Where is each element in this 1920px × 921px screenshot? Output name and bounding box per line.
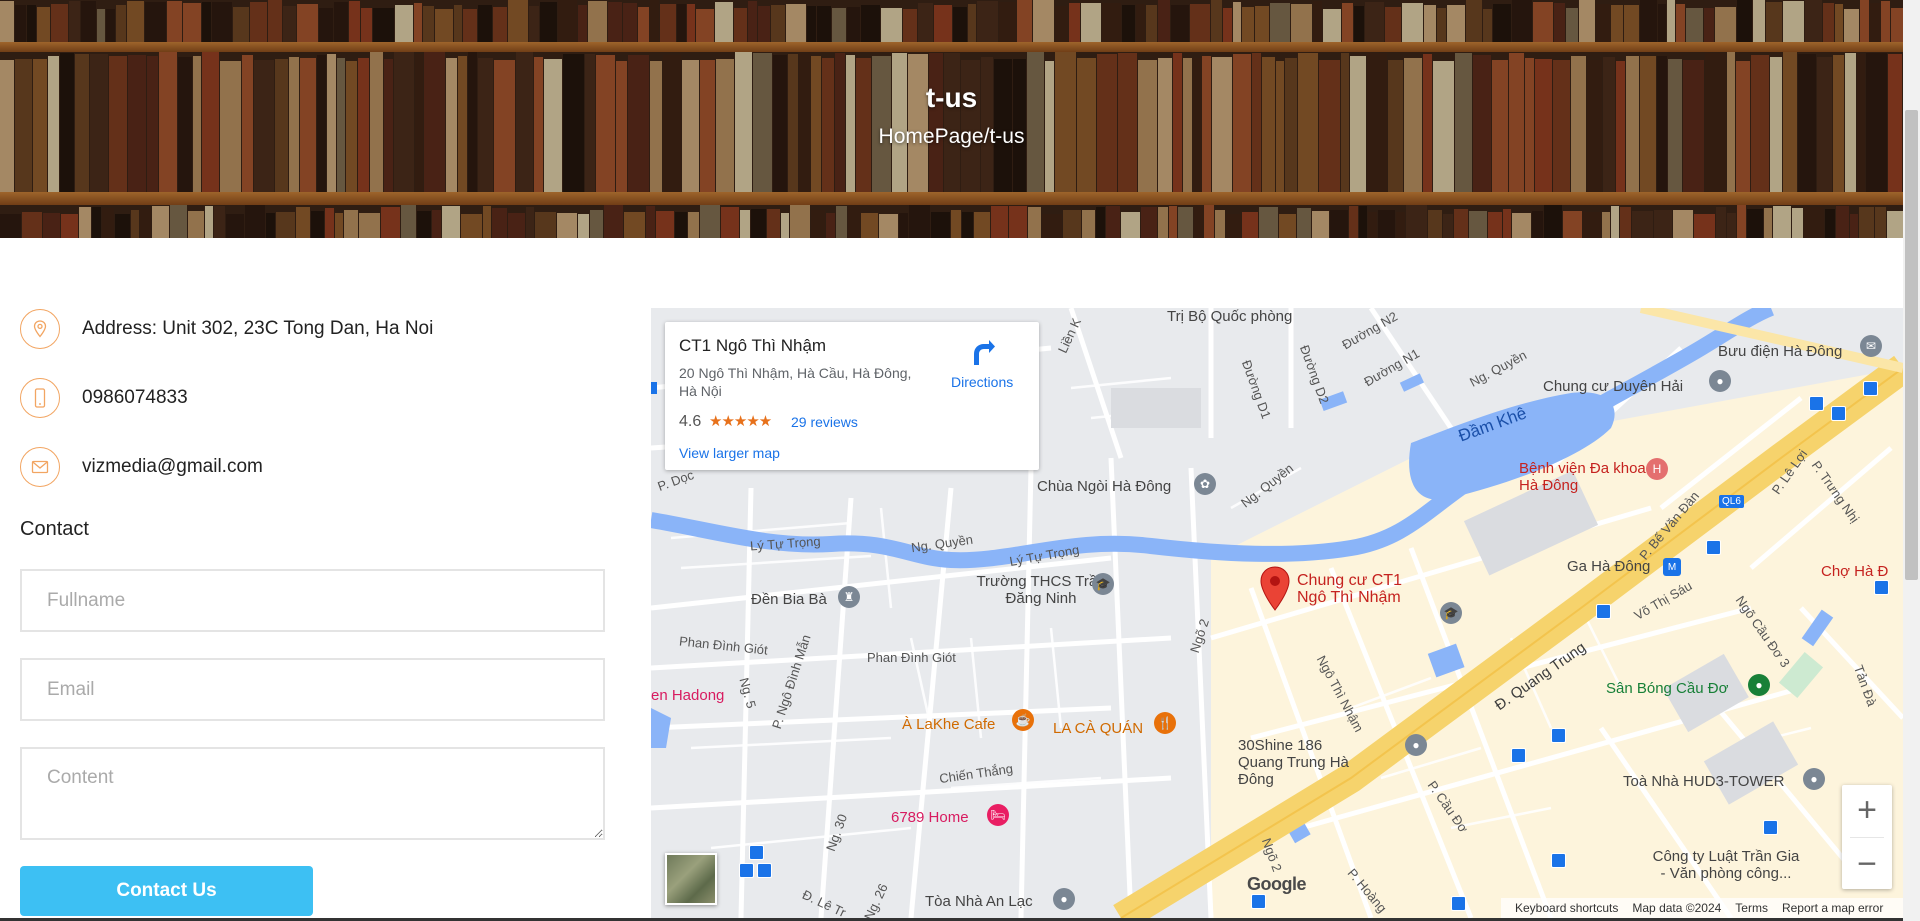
page-scrollbar[interactable] [1903, 0, 1920, 921]
poi-lakhe-cafe[interactable]: À LaKhe Cafe [902, 716, 995, 733]
bus-stop-icon [1809, 396, 1824, 411]
zoom-divider [1850, 837, 1884, 838]
mobile-phone-icon [20, 378, 60, 418]
contact-us-button[interactable]: Contact Us [20, 866, 313, 916]
location-pin-icon [20, 309, 60, 349]
highway-shield-ql6: QL6 [1719, 495, 1744, 508]
terms-link[interactable]: Terms [1735, 901, 1768, 915]
bus-stop-icon [749, 845, 764, 860]
place-address: 20 Ngô Thì Nhậm, Hà Cầu, Hà Đông, Hà Nội [679, 365, 912, 399]
street-phan-dinh-giot-east: Phan Đình Giót [867, 650, 956, 665]
poi-cong-ty-luat[interactable]: Công ty Luật Trần Gia - Văn phòng công..… [1651, 848, 1801, 882]
poi-la-ca-quan[interactable]: LA CÀ QUÁN [1053, 720, 1143, 737]
poi-6789-home[interactable]: 6789 Home [891, 809, 969, 826]
page-banner: t-us HomePage/t-us [0, 0, 1903, 238]
address-row: Address: Unit 302, 23C Tong Dan, Ha Noi [20, 309, 433, 349]
zoom-out-button[interactable]: − [1842, 839, 1892, 889]
bus-stop-icon [1863, 381, 1878, 396]
place-info-card: CT1 Ngô Thì Nhậm 20 Ngô Thì Nhậm, Hà Cầu… [665, 322, 1039, 470]
building-marker-icon: ● [1053, 888, 1075, 910]
satellite-layer-toggle[interactable] [665, 853, 717, 905]
poi-chung-cu-duyen-hai[interactable]: Chung cư Duyên Hải [1543, 378, 1683, 395]
building-pin-icon: ● [1709, 370, 1731, 392]
poi-chua-ngoi-ha-dong[interactable]: Chùa Ngòi Hà Đông [1037, 478, 1171, 495]
poi-chung-cu-ct1[interactable]: Chung cư CT1 Ngô Thì Nhậm [1297, 572, 1417, 606]
map-edge-marker [651, 382, 657, 394]
temple-icon: ✿ [1194, 473, 1216, 495]
address-text: Address: Unit 302, 23C Tong Dan, Ha Noi [82, 318, 434, 339]
office-pin-icon: ● [1803, 768, 1825, 790]
bus-stop-icon [1251, 894, 1266, 909]
bus-stop-icon [1596, 604, 1611, 619]
metro-station-icon: M [1663, 558, 1681, 576]
email-row: vizmedia@gmail.com [20, 447, 263, 487]
poi-ga-ha-dong[interactable]: Ga Hà Đông [1567, 558, 1650, 575]
phone-row: 0986074833 [20, 378, 188, 418]
restaurant-icon: 🍴 [1154, 712, 1176, 734]
zoom-controls: + − [1842, 785, 1892, 889]
scrollbar-thumb[interactable] [1905, 110, 1918, 580]
place-rating: 4.6 [679, 413, 702, 430]
bus-stop-icon [1551, 853, 1566, 868]
email-input[interactable] [20, 658, 605, 721]
poi-benh-vien-da-khoa[interactable]: Bệnh viện Đa khoa Hà Đông [1519, 460, 1649, 494]
bus-stop-icon [1763, 820, 1778, 835]
report-map-error-link[interactable]: Report a map error [1782, 901, 1883, 915]
poi-truong-thcs[interactable]: Trường THCS Trần Đăng Ninh [971, 573, 1111, 607]
hotel-icon: 🛏 [987, 804, 1009, 826]
school-icon: 🎓 [1092, 573, 1114, 595]
poi-cho-ha-dong[interactable]: Chợ Hà Đ [1821, 563, 1888, 580]
poi-den-bia-ba[interactable]: Đền Bia Bà [751, 591, 827, 608]
zoom-in-button[interactable]: + [1842, 785, 1892, 835]
place-title: CT1 Ngô Thì Nhậm [679, 336, 827, 355]
rating-stars-icon: ★★★★★ [709, 413, 772, 430]
directions-link[interactable]: Directions [951, 374, 1013, 390]
poi-buu-dien-ha-dong[interactable]: Bưu điện Hà Đông [1718, 343, 1842, 360]
poi-30shine[interactable]: 30Shine 186 Quang Trung Hà Đông [1238, 737, 1368, 788]
email-text[interactable]: vizmedia@gmail.com [82, 456, 263, 478]
map-attribution-bar: Keyboard shortcuts Map data ©2024 Terms … [1501, 898, 1903, 918]
bus-stop-icon [1831, 406, 1846, 421]
bus-stop-icon [1551, 728, 1566, 743]
embedded-map[interactable]: Lý Tự Trọng Lý Tự Trọng Ng. Quyền Ng. Qu… [651, 308, 1903, 918]
reviews-link[interactable]: 29 reviews [791, 414, 858, 430]
shrine-icon: ♜ [838, 586, 860, 608]
contact-heading: Contact [20, 518, 89, 540]
bus-stop-icon [1451, 896, 1466, 911]
post-office-icon: ✉ [1860, 335, 1882, 357]
bus-stop-icon [739, 863, 754, 878]
location-marker-icon[interactable] [1259, 566, 1291, 612]
shop-pin-icon: ● [1405, 734, 1427, 756]
envelope-icon [20, 447, 60, 487]
bus-stop-icon [1874, 580, 1889, 595]
fullname-input[interactable] [20, 569, 605, 632]
google-logo: Google [1247, 874, 1307, 894]
page-title: t-us [925, 82, 978, 113]
phone-text[interactable]: 0986074833 [82, 387, 188, 409]
bus-stop-icon [757, 863, 772, 878]
stadium-icon: ● [1748, 674, 1770, 696]
poi-toa-nha-hud3[interactable]: Toà Nhà HUD3-TOWER [1623, 773, 1784, 790]
poi-tri-bo-quoc-phong[interactable]: Trị Bộ Quốc phòng [1167, 308, 1292, 325]
banner-overlay [0, 0, 1903, 238]
content-textarea[interactable] [20, 747, 605, 840]
bus-stop-icon [1706, 540, 1721, 555]
poi-san-bong-cau-do[interactable]: Sân Bóng Cầu Đơ [1606, 680, 1728, 697]
bus-stop-icon [1511, 748, 1526, 763]
view-larger-map-link[interactable]: View larger map [679, 445, 780, 461]
school-pin-icon: 🎓 [1440, 602, 1462, 624]
keyboard-shortcuts-link[interactable]: Keyboard shortcuts [1515, 901, 1618, 915]
poi-en-hadong[interactable]: en Hadong [651, 687, 724, 704]
directions-icon[interactable] [969, 338, 997, 366]
cafe-icon: ☕ [1012, 709, 1034, 731]
map-data-text: Map data ©2024 [1632, 901, 1722, 915]
breadcrumb[interactable]: HomePage/t-us [0, 125, 1903, 149]
poi-toa-nha-an-lac[interactable]: Tòa Nhà An Lạc [925, 893, 1033, 910]
hospital-icon: H [1646, 458, 1668, 480]
